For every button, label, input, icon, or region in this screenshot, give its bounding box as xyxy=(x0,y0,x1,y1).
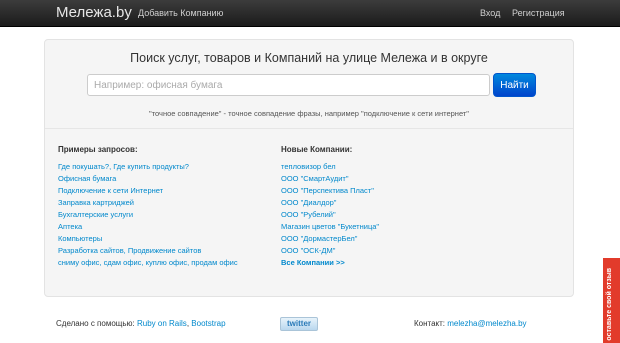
examples-list: Где покушать?, Где купить продукты? Офис… xyxy=(58,161,238,269)
company-link[interactable]: ООО "Диалдор" xyxy=(281,197,379,209)
nav-add-company-link[interactable]: Добавить Компанию xyxy=(138,8,223,18)
company-link[interactable]: ООО "СмартАудит" xyxy=(281,173,379,185)
panel-divider xyxy=(45,128,573,129)
all-companies-link[interactable]: Все Компании >> xyxy=(281,257,379,269)
example-query-link[interactable]: Офисная бумага xyxy=(58,173,238,185)
company-link[interactable]: ООО "ДормастерБел" xyxy=(281,233,379,245)
nav-login-link[interactable]: Вход xyxy=(480,8,500,18)
search-panel: Поиск услуг, товаров и Компаний на улице… xyxy=(44,39,574,297)
bootstrap-link[interactable]: Bootstrap xyxy=(191,319,225,328)
examples-heading: Примеры запросов: xyxy=(58,145,138,154)
brand-logo-link[interactable]: Мележа.by xyxy=(56,4,132,21)
footer-contact: Контакт: melezha@melezha.by xyxy=(414,319,527,328)
example-query-link[interactable]: Аптека xyxy=(58,221,238,233)
new-companies-list: тепловизор бел ООО "СмартАудит" ООО "Пер… xyxy=(281,161,379,269)
example-query-link[interactable]: Где покушать?, Где купить продукты? xyxy=(58,161,238,173)
example-query-link[interactable]: сниму офис, сдам офис, куплю офис, прода… xyxy=(58,257,238,269)
company-link[interactable]: тепловизор бел xyxy=(281,161,379,173)
footer-contact-label: Контакт: xyxy=(414,319,446,328)
example-query-link[interactable]: Разработка сайтов, Продвижение сайтов xyxy=(58,245,238,257)
twitter-badge-button[interactable]: twitter xyxy=(280,317,318,331)
ruby-on-rails-link[interactable]: Ruby on Rails xyxy=(137,319,187,328)
search-hint: "точное совпадение" - точное совпадение … xyxy=(149,109,469,118)
top-navbar: Мележа.by Добавить Компанию Вход Регистр… xyxy=(0,0,620,27)
nav-register-link[interactable]: Регистрация xyxy=(512,8,565,18)
search-input[interactable] xyxy=(87,74,490,96)
example-query-link[interactable]: Компьютеры xyxy=(58,233,238,245)
footer-credits: Сделано с помощью: Ruby on Rails, Bootst… xyxy=(56,319,226,328)
footer-made-with-label: Сделано с помощью: xyxy=(56,319,135,328)
company-link[interactable]: Магазин цветов "Букетница" xyxy=(281,221,379,233)
example-query-link[interactable]: Бухгалтерские услуги xyxy=(58,209,238,221)
page-title: Поиск услуг, товаров и Компаний на улице… xyxy=(130,51,488,65)
footer-separator: , xyxy=(186,319,190,328)
new-companies-heading: Новые Компании: xyxy=(281,145,353,154)
company-link[interactable]: ООО "Перспектива Пласт" xyxy=(281,185,379,197)
example-query-link[interactable]: Подключение к сети Интернет xyxy=(58,185,238,197)
contact-email-link[interactable]: melezha@melezha.by xyxy=(447,319,526,328)
feedback-tab-label: оставьте свой отзыв xyxy=(606,268,613,341)
search-button[interactable]: Найти xyxy=(493,73,536,97)
feedback-tab[interactable]: оставьте свой отзыв xyxy=(603,258,620,343)
company-link[interactable]: ООО "ОСК-ДМ" xyxy=(281,245,379,257)
example-query-link[interactable]: Заправка картриджей xyxy=(58,197,238,209)
company-link[interactable]: ООО "Рубелий" xyxy=(281,209,379,221)
